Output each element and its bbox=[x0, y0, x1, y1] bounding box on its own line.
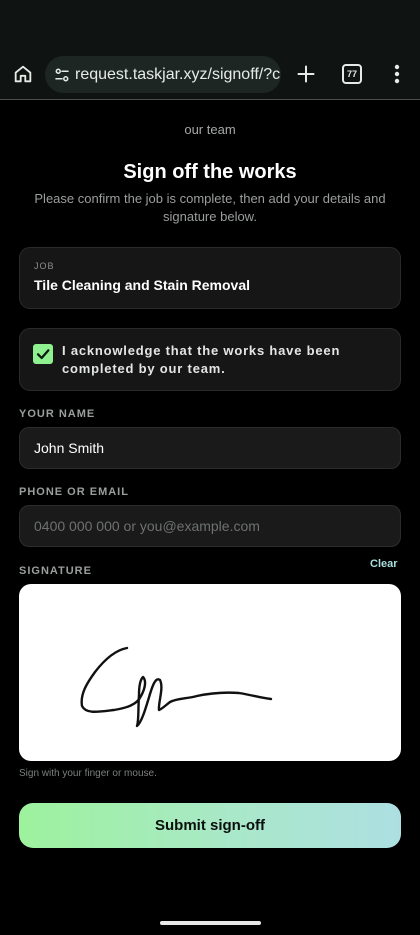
signature-pad[interactable] bbox=[19, 584, 401, 761]
job-card: JOB Tile Cleaning and Stain Removal bbox=[19, 247, 401, 309]
job-label: JOB bbox=[34, 261, 55, 271]
tab-switcher-button[interactable]: 77 bbox=[341, 63, 363, 85]
name-input[interactable] bbox=[19, 427, 401, 469]
contact-input[interactable] bbox=[19, 505, 401, 547]
signature-stroke bbox=[80, 646, 273, 728]
signature-hint: Sign with your finger or mouse. bbox=[19, 768, 157, 779]
team-text: our team bbox=[184, 122, 236, 137]
check-icon bbox=[36, 349, 50, 360]
tabs-icon: 77 bbox=[342, 64, 362, 84]
page-subtitle: Please confirm the job is complete, then… bbox=[34, 191, 386, 224]
job-value: Tile Cleaning and Stain Removal bbox=[34, 277, 251, 293]
tab-count: 77 bbox=[346, 69, 357, 79]
more-vert-icon bbox=[394, 64, 400, 84]
contact-label: PHONE OR EMAIL bbox=[19, 486, 129, 498]
plus-icon bbox=[297, 65, 315, 83]
new-tab-button[interactable] bbox=[294, 62, 318, 86]
status-bar bbox=[0, 0, 420, 50]
acknowledgement-checkbox[interactable] bbox=[33, 344, 53, 364]
browser-toolbar: request.taskjar.xyz/signoff/?c 77 bbox=[0, 50, 420, 100]
acknowledgement-text[interactable]: I acknowledge that the works have been c… bbox=[62, 342, 382, 378]
browser-menu-button[interactable] bbox=[388, 62, 406, 86]
signature-label: SIGNATURE bbox=[19, 565, 92, 577]
name-label: YOUR NAME bbox=[19, 408, 96, 420]
clear-signature-button[interactable]: Clear bbox=[370, 558, 398, 570]
url-text[interactable]: request.taskjar.xyz/signoff/?c bbox=[75, 66, 280, 84]
page-title: Sign off the works bbox=[123, 161, 297, 183]
home-indicator[interactable] bbox=[160, 921, 261, 925]
tune-icon[interactable] bbox=[52, 65, 72, 85]
home-button[interactable] bbox=[10, 61, 36, 87]
acknowledgement-card[interactable]: I acknowledge that the works have been c… bbox=[19, 328, 401, 391]
submit-signoff-button[interactable]: Submit sign-off bbox=[19, 803, 401, 848]
address-bar[interactable]: request.taskjar.xyz/signoff/?c bbox=[45, 56, 281, 93]
home-icon bbox=[14, 65, 32, 83]
